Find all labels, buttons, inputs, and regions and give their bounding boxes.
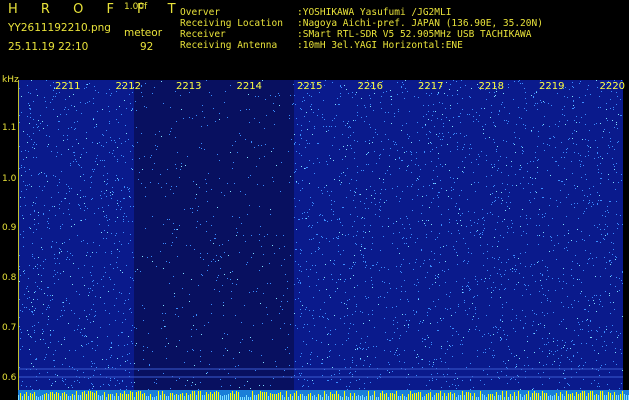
spectrogram-band xyxy=(134,80,294,390)
y-tick-label: 1.1 xyxy=(2,123,17,133)
y-axis-unit: kHz xyxy=(2,75,19,85)
x-tick-label: 2214 xyxy=(236,81,262,92)
meteor-label: meteor xyxy=(124,27,163,39)
image-filename: YY2611192210.png xyxy=(8,22,111,34)
y-tick-label: 0.6 xyxy=(2,373,17,383)
x-tick-label: 2213 xyxy=(176,81,202,92)
spectrogram-noise xyxy=(19,80,623,390)
observer-value: :YOSHIKAWA Yasufumi /JG2MLI xyxy=(297,7,452,18)
x-tick-label: 2220 xyxy=(599,81,625,92)
antenna-value: :10mH 3el.YAGI Horizontal:ENE xyxy=(297,40,463,51)
meteor-count: 92 xyxy=(140,41,154,53)
y-tick-label: 0.7 xyxy=(2,323,17,333)
receiver-value: :SMart RTL-SDR V5 52.905MHz USB TACHIKAW… xyxy=(297,29,532,40)
app-title: H R O F F T xyxy=(8,2,186,17)
x-tick-label: 2217 xyxy=(418,81,444,92)
spectrogram-band xyxy=(19,80,134,390)
signal-baseline-strip xyxy=(18,390,629,400)
x-tick-label: 2211 xyxy=(55,81,81,92)
x-tick-label: 2219 xyxy=(539,81,565,92)
capture-datetime: 25.11.19 22:10 xyxy=(8,41,89,53)
x-tick-label: 2212 xyxy=(115,81,141,92)
y-tick-label: 0.8 xyxy=(2,273,17,283)
x-tick-label: 2215 xyxy=(297,81,323,92)
spectrogram-plot xyxy=(18,80,623,390)
location-value: :Nagoya Aichi-pref. JAPAN (136.90E, 35.2… xyxy=(297,18,543,29)
antenna-key: Receiving Antenna xyxy=(180,40,278,51)
observer-key: Overver xyxy=(180,7,221,18)
x-tick-label: 2216 xyxy=(357,81,383,92)
x-tick-label: 2218 xyxy=(478,81,504,92)
app-version: 1.00f xyxy=(124,2,148,12)
location-key: Receiving Location xyxy=(180,18,283,29)
y-tick-label: 1.0 xyxy=(2,174,17,184)
y-tick-label: 0.9 xyxy=(2,223,17,233)
receiver-key: Receiver xyxy=(180,29,226,40)
hrofft-spectrogram-window: H R O F F T 1.00f YY2611192210.png meteo… xyxy=(0,0,629,400)
